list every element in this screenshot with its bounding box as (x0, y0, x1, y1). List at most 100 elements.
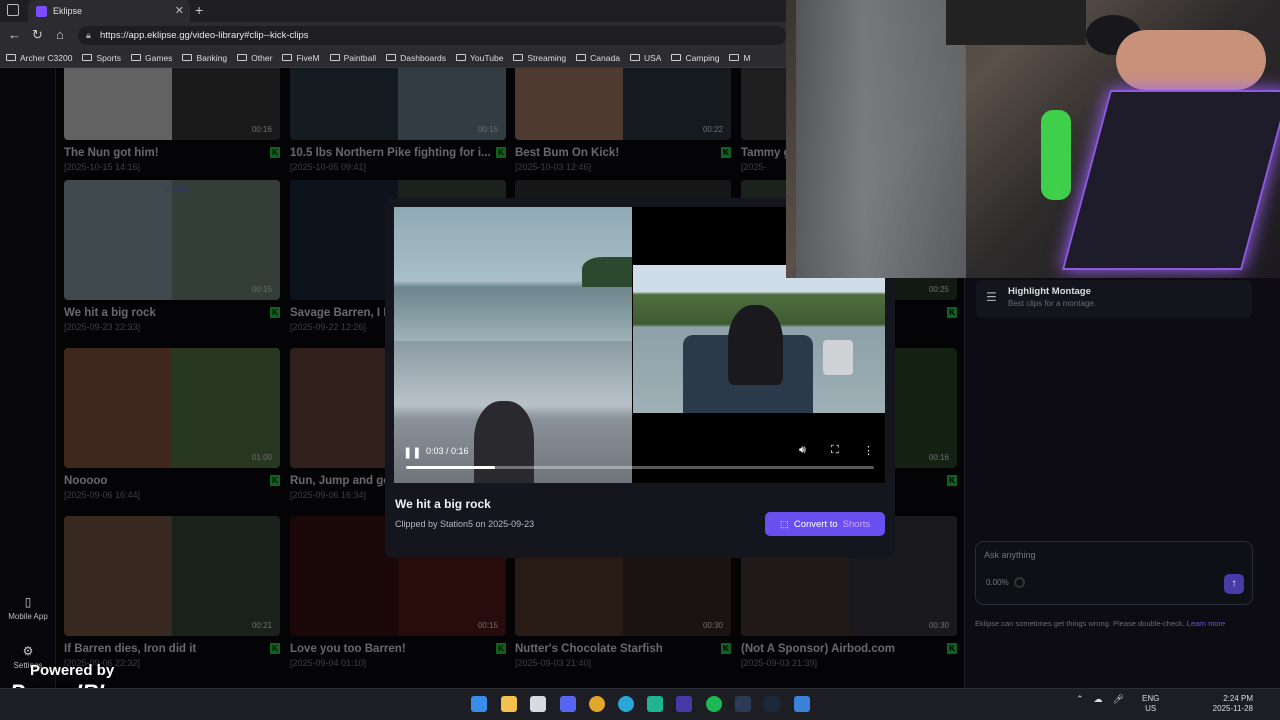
chrome-icon[interactable] (589, 696, 605, 712)
volume-icon[interactable]: 🔊︎ (799, 444, 806, 457)
window-menu-icon[interactable] (7, 4, 19, 16)
bookmark-item[interactable]: Streaming (513, 53, 566, 63)
reload-icon[interactable]: ↻ (32, 27, 43, 43)
bookmark-label: YouTube (470, 52, 504, 63)
taskbar-clock[interactable]: 2:24 PM 2025-11-28 (1205, 694, 1253, 714)
bookmark-item[interactable]: Banking (182, 53, 227, 63)
video-timecode: 0:03 / 0:16 (426, 446, 469, 456)
folder-icon (729, 54, 740, 61)
chevron-up-icon[interactable]: ⌃ (1076, 694, 1084, 705)
bookmark-label: Canada (590, 52, 620, 63)
folder-icon (329, 54, 340, 61)
folder-icon (6, 54, 16, 61)
new-tab-icon[interactable]: + (195, 2, 203, 18)
app-icon[interactable] (647, 696, 663, 712)
folder-icon (82, 54, 93, 61)
bookmark-item[interactable]: Canada (576, 53, 620, 63)
language-indicator[interactable]: ENG US (1142, 694, 1159, 714)
powered-by-text: Powered by (30, 662, 115, 679)
bookmark-item[interactable]: M (729, 52, 751, 63)
media-icon[interactable] (676, 696, 692, 712)
video-progress-bar[interactable] (406, 466, 874, 469)
bookmark-item[interactable]: Paintball (329, 52, 377, 63)
address-bar[interactable]: 🔒︎ https://app.eklipse.gg/video-library#… (78, 26, 786, 45)
bookmark-label: Other (251, 52, 273, 63)
webcam-overlay (786, 0, 1280, 278)
close-tab-icon[interactable]: ✕ (175, 4, 184, 17)
bookmark-label: FiveM (296, 52, 320, 63)
folder-icon (282, 54, 293, 61)
bookmark-label: Sports (96, 52, 122, 63)
bookmark-label: Archer C3200 (20, 52, 73, 63)
folder-icon (456, 54, 467, 61)
more-options-icon[interactable]: ⋮ (863, 444, 874, 457)
learn-more-link[interactable]: Learn more (1187, 619, 1225, 628)
folder-icon (513, 54, 524, 61)
lock-icon: 🔒︎ (86, 30, 91, 40)
folder-icon (629, 54, 640, 61)
folder-icon (182, 54, 193, 61)
folder-icon (131, 54, 142, 61)
microphone-icon[interactable]: 🎤︎ (1113, 694, 1124, 705)
highlight-montage-card[interactable]: ☰ Highlight Montage Best clips for a mon… (976, 280, 1252, 318)
convert-to-shorts-button[interactable]: ⬚ Convert to Shorts (765, 512, 885, 536)
modal-title: We hit a big rock (395, 497, 491, 511)
bookmark-label: M (743, 52, 751, 63)
usage-percent: 0.00% (986, 578, 1009, 587)
video-frame-lake (394, 207, 632, 341)
bookmark-item[interactable]: Sports (82, 53, 121, 63)
bookmark-label: USA (643, 52, 662, 63)
file-explorer-icon[interactable] (501, 696, 517, 712)
montage-title: Highlight Montage (1008, 286, 1091, 297)
bookmark-item[interactable]: Archer C3200 (6, 53, 72, 63)
back-icon[interactable]: ← (8, 27, 21, 42)
home-icon[interactable]: ⌂ (56, 27, 64, 42)
fullscreen-icon[interactable]: ⛶ (831, 444, 839, 457)
pause-icon[interactable]: ❚❚ (403, 446, 421, 459)
spotify-icon[interactable] (706, 696, 722, 712)
bookmark-label: Banking (196, 52, 228, 63)
discord-icon[interactable] (560, 696, 576, 712)
video-frame-boat (633, 265, 885, 413)
folder-icon (386, 54, 397, 61)
url-text: https://app.eklipse.gg/video-library#cli… (100, 30, 309, 41)
bookmark-item[interactable]: Camping (671, 53, 719, 63)
bookmark-label: Camping (685, 52, 720, 63)
system-tray: ⌃ ☁ 🎤︎ (1076, 694, 1124, 705)
bookmark-label: Dashboards (400, 52, 447, 63)
folder-icon (576, 54, 587, 61)
convert-icon: ⬚ (779, 518, 789, 530)
clock-date: 2025-11-28 (1212, 704, 1253, 713)
lang-top: ENG (1142, 694, 1160, 703)
bookmark-item[interactable]: YouTube (456, 53, 503, 63)
cloud-icon[interactable]: ☁ (1094, 694, 1103, 705)
steam-icon[interactable] (764, 696, 780, 712)
video-controls: ❚❚ 0:03 / 0:16 🔊︎ ⛶ ⋮ (394, 440, 885, 483)
bookmark-item[interactable]: Dashboards (386, 53, 446, 63)
edge-icon[interactable] (618, 696, 634, 712)
bookmark-label: Paintball (343, 52, 377, 63)
clock-time: 2:24 PM (1223, 694, 1253, 703)
folder-icon (237, 54, 248, 61)
modal-clipped-by: Clipped by Station5 on 2025-09-23 (395, 519, 535, 529)
ask-input[interactable] (984, 550, 1204, 560)
lang-bottom: US (1145, 704, 1157, 713)
bookmark-item[interactable]: USA (629, 52, 662, 63)
disclaimer: Eklipse can sometimes get things wrong. … (975, 619, 1275, 628)
montage-subtitle: Best clips for a montage. (1008, 299, 1097, 308)
bookmark-item[interactable]: Other (237, 53, 272, 63)
eklipse-favicon-icon (36, 5, 47, 17)
bg-app-icon[interactable] (735, 696, 751, 712)
notifications-app-icon[interactable] (794, 696, 810, 712)
bookmark-label: Games (145, 52, 173, 63)
list-search-icon: ☰ (986, 290, 997, 304)
video-progress-fill (406, 466, 495, 469)
send-button[interactable]: ↑ (1224, 574, 1244, 594)
bookmark-item[interactable]: Games (131, 53, 172, 63)
browser-tab[interactable]: Eklipse ✕ (28, 0, 190, 22)
convert-label: Convert to (793, 518, 838, 530)
store-icon[interactable] (530, 696, 546, 712)
bookmark-item[interactable]: FiveM (282, 52, 320, 63)
start-icon[interactable] (471, 696, 487, 712)
bookmark-label: Streaming (527, 52, 567, 63)
